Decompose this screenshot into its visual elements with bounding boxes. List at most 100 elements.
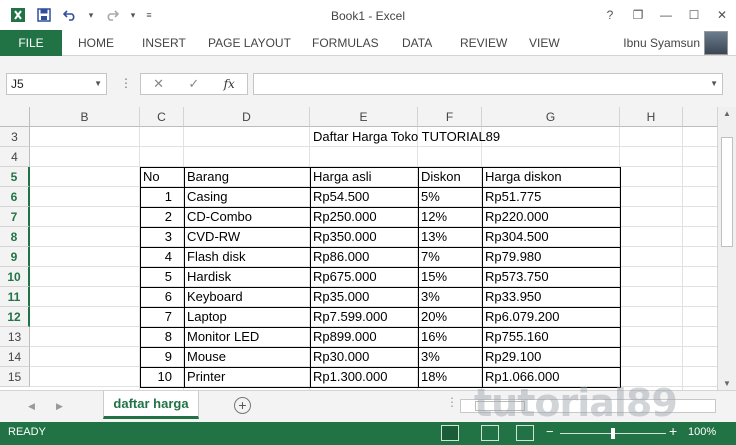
next-sheet-icon[interactable]: ▶ [56,401,63,412]
close-button[interactable]: ✕ [708,0,736,30]
row-header-12[interactable]: 12 [0,307,30,327]
sheet-tab-daftar-harga[interactable]: daftar harga [103,391,199,419]
table-cell-no[interactable]: 2 [140,207,184,227]
table-cell-harga-diskon[interactable]: Rp755.160 [482,327,620,347]
page-break-view-icon[interactable] [516,425,534,441]
table-cell-barang[interactable]: Casing [184,187,310,207]
normal-view-icon[interactable] [441,425,459,441]
tab-file[interactable]: FILE [0,30,62,56]
table-cell-harga-diskon[interactable]: Rp220.000 [482,207,620,227]
column-header-partial[interactable] [683,107,717,127]
table-cell-barang[interactable]: Keyboard [184,287,310,307]
vertical-scrollbar[interactable]: ▲ ▼ [717,107,736,390]
table-cell-no[interactable]: 10 [140,367,184,387]
table-cell-diskon[interactable]: 18% [418,367,482,387]
table-cell-barang[interactable]: CD-Combo [184,207,310,227]
tab-home[interactable]: HOME [78,30,114,56]
table-cell-diskon[interactable]: 16% [418,327,482,347]
table-cell-harga-asli[interactable]: Rp86.000 [310,247,418,267]
table-cell-harga-asli[interactable]: Rp899.000 [310,327,418,347]
column-header-c[interactable]: C [140,107,184,127]
scroll-up-icon[interactable]: ▲ [718,109,736,118]
tab-page-layout[interactable]: PAGE LAYOUT [208,30,291,56]
table-header-no[interactable]: No [140,167,184,187]
table-cell-no[interactable]: 5 [140,267,184,287]
row-header-5[interactable]: 5 [0,167,30,187]
row-header-10[interactable]: 10 [0,267,30,287]
row-header-8[interactable]: 8 [0,227,30,247]
table-cell-harga-asli[interactable]: Rp350.000 [310,227,418,247]
worksheet-grid[interactable]: B C D E F G H 3 4 5 6 7 8 9 10 11 12 13 14 15 Daftar… [0,107,717,390]
table-cell-barang[interactable]: Flash disk [184,247,310,267]
table-header-barang[interactable]: Barang [184,167,310,187]
zoom-slider-thumb[interactable] [611,428,615,439]
enter-icon[interactable]: ✓ [188,76,199,92]
table-cell-harga-diskon[interactable]: Rp6.079.200 [482,307,620,327]
drag-handle-icon[interactable]: ⋮ [120,76,132,90]
name-box[interactable]: J5 ▼ [6,73,107,95]
scroll-thumb[interactable] [721,137,733,247]
table-cell-harga-asli[interactable]: Rp30.000 [310,347,418,367]
zoom-in-button[interactable]: + [669,423,677,439]
avatar[interactable] [704,31,728,55]
row-header-13[interactable]: 13 [0,327,30,347]
table-cell-no[interactable]: 1 [140,187,184,207]
table-cell-harga-asli[interactable]: Rp1.300.000 [310,367,418,387]
table-cell-diskon[interactable]: 20% [418,307,482,327]
row-header-6[interactable]: 6 [0,187,30,207]
cancel-icon[interactable]: ✕ [153,76,164,92]
user-name[interactable]: Ibnu Syamsun [623,36,700,50]
ribbon-display-options-button[interactable]: ❐ [624,0,652,30]
column-header-b[interactable]: B [30,107,140,127]
table-cell-barang[interactable]: Mouse [184,347,310,367]
add-sheet-button[interactable]: + [234,397,251,414]
table-cell-harga-diskon[interactable]: Rp304.500 [482,227,620,247]
formula-input[interactable]: ▼ [253,73,723,95]
table-cell-no[interactable]: 6 [140,287,184,307]
insert-function-icon[interactable]: fx [224,77,235,91]
tab-insert[interactable]: INSERT [142,30,186,56]
table-cell-harga-diskon[interactable]: Rp33.950 [482,287,620,307]
table-cell-harga-asli[interactable]: Rp54.500 [310,187,418,207]
table-cell-diskon[interactable]: 13% [418,227,482,247]
table-cell-no[interactable]: 8 [140,327,184,347]
table-cell-harga-diskon[interactable]: Rp79.980 [482,247,620,267]
table-cell-harga-diskon[interactable]: Rp51.775 [482,187,620,207]
row-header-9[interactable]: 9 [0,247,30,267]
tab-view[interactable]: VIEW [529,30,560,56]
scroll-down-icon[interactable]: ▼ [718,379,736,388]
zoom-out-button[interactable]: − [546,424,554,439]
row-header-15[interactable]: 15 [0,367,30,387]
table-cell-no[interactable]: 7 [140,307,184,327]
drag-handle-icon[interactable]: ⋮ [446,395,458,409]
table-cell-harga-diskon[interactable]: Rp29.100 [482,347,620,367]
help-button[interactable]: ? [596,0,624,30]
table-cell-harga-diskon[interactable]: Rp573.750 [482,267,620,287]
maximize-button[interactable]: ☐ [680,0,708,30]
table-cell-no[interactable]: 9 [140,347,184,367]
table-cell-barang[interactable]: Printer [184,367,310,387]
select-all-corner[interactable] [0,107,30,127]
column-header-h[interactable]: H [620,107,683,127]
tab-review[interactable]: REVIEW [460,30,507,56]
table-cell-diskon[interactable]: 7% [418,247,482,267]
tab-formulas[interactable]: FORMULAS [312,30,379,56]
zoom-level[interactable]: 100% [688,426,716,438]
column-header-f[interactable]: F [418,107,482,127]
row-header-11[interactable]: 11 [0,287,30,307]
table-cell-harga-asli[interactable]: Rp250.000 [310,207,418,227]
row-header-3[interactable]: 3 [0,127,30,147]
table-cell-barang[interactable]: Monitor LED [184,327,310,347]
previous-sheet-icon[interactable]: ◀ [28,401,35,412]
column-header-e[interactable]: E [310,107,418,127]
table-cell-diskon[interactable]: 3% [418,347,482,367]
chevron-down-icon[interactable]: ▼ [94,74,102,94]
row-header-14[interactable]: 14 [0,347,30,367]
table-cell-diskon[interactable]: 3% [418,287,482,307]
table-cell-no[interactable]: 4 [140,247,184,267]
expand-formula-bar-icon[interactable]: ▼ [710,79,718,88]
table-cell-diskon[interactable]: 5% [418,187,482,207]
tab-data[interactable]: DATA [402,30,432,56]
table-header-harga-diskon[interactable]: Harga diskon [482,167,620,187]
table-cell-barang[interactable]: CVD-RW [184,227,310,247]
